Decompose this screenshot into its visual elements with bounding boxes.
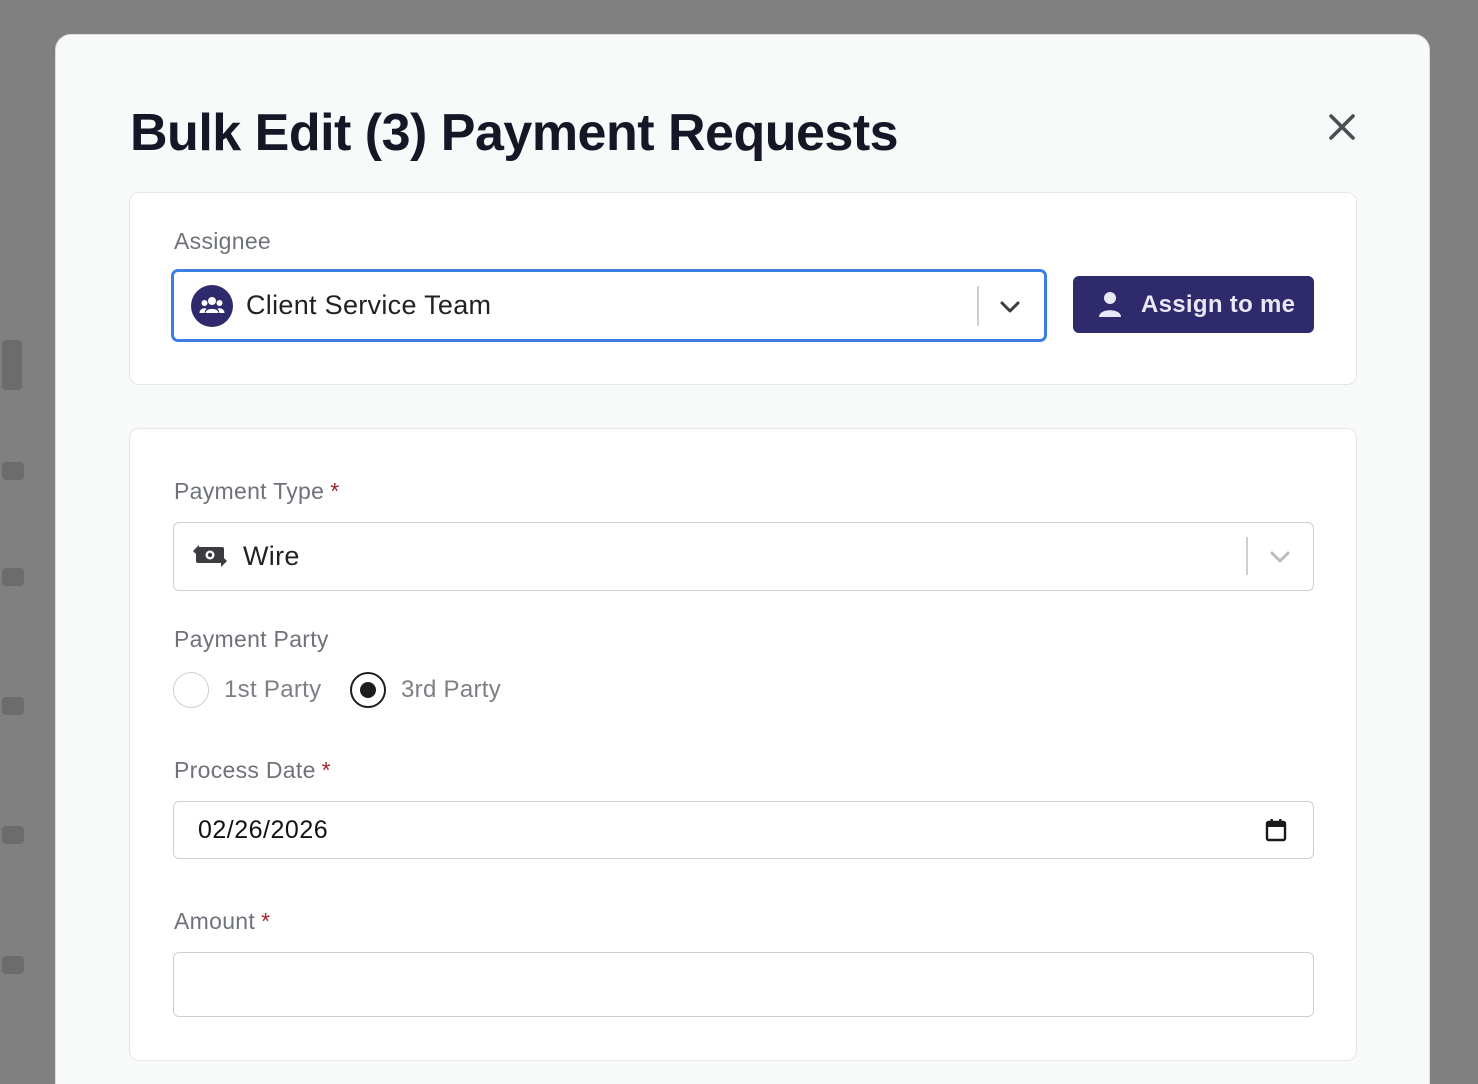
background-element — [2, 340, 22, 390]
process-date-label: Process Date * — [174, 756, 331, 784]
background-element — [2, 568, 24, 586]
close-icon — [1329, 114, 1355, 140]
chevron-down-icon[interactable] — [998, 295, 1022, 319]
select-separator — [1246, 537, 1248, 575]
radio-1st-party-label: 1st Party — [224, 676, 322, 703]
user-icon — [1099, 292, 1121, 317]
amount-input[interactable] — [173, 952, 1314, 1017]
required-marker: * — [261, 908, 271, 934]
calendar-icon[interactable] — [1265, 818, 1287, 842]
background-element — [2, 956, 24, 974]
background-element — [2, 826, 24, 844]
payment-type-select[interactable]: Wire — [173, 522, 1314, 591]
amount-label-text: Amount — [174, 908, 256, 934]
assignee-label: Assignee — [174, 228, 272, 254]
payment-type-label: Payment Type * — [174, 477, 339, 505]
amount-label: Amount * — [174, 907, 270, 935]
radio-3rd-party-label: 3rd Party — [401, 676, 502, 703]
team-icon — [191, 285, 233, 327]
radio-button-checked[interactable] — [350, 672, 386, 708]
payment-details-section: Payment Type * Wire Payment Party 1st Par… — [129, 428, 1357, 1061]
bulk-edit-modal: Bulk Edit (3) Payment Requests Assignee … — [55, 34, 1430, 1084]
chevron-down-icon[interactable] — [1268, 545, 1292, 569]
select-separator — [977, 286, 979, 326]
required-marker: * — [330, 478, 340, 504]
process-date-label-text: Process Date — [174, 757, 316, 783]
assignee-selected-value: Client Service Team — [246, 290, 492, 320]
process-date-input[interactable]: 02/26/2026 — [173, 801, 1314, 859]
payment-type-label-text: Payment Type — [174, 478, 325, 504]
modal-title: Bulk Edit (3) Payment Requests — [130, 104, 899, 162]
payment-type-selected-value: Wire — [243, 541, 300, 571]
background-element — [2, 697, 24, 715]
wire-transfer-icon — [193, 545, 227, 567]
background-element — [2, 462, 24, 480]
close-button[interactable] — [1324, 107, 1360, 147]
payment-party-label: Payment Party — [174, 626, 329, 652]
assignee-section: Assignee Client Service Team Assign to m… — [129, 192, 1357, 385]
process-date-value: 02/26/2026 — [198, 816, 329, 844]
assignee-select[interactable]: Client Service Team — [171, 269, 1047, 342]
assign-to-me-button[interactable]: Assign to me — [1073, 276, 1314, 333]
required-marker: * — [321, 757, 331, 783]
radio-button[interactable] — [173, 672, 209, 708]
assign-to-me-label: Assign to me — [1141, 291, 1296, 318]
